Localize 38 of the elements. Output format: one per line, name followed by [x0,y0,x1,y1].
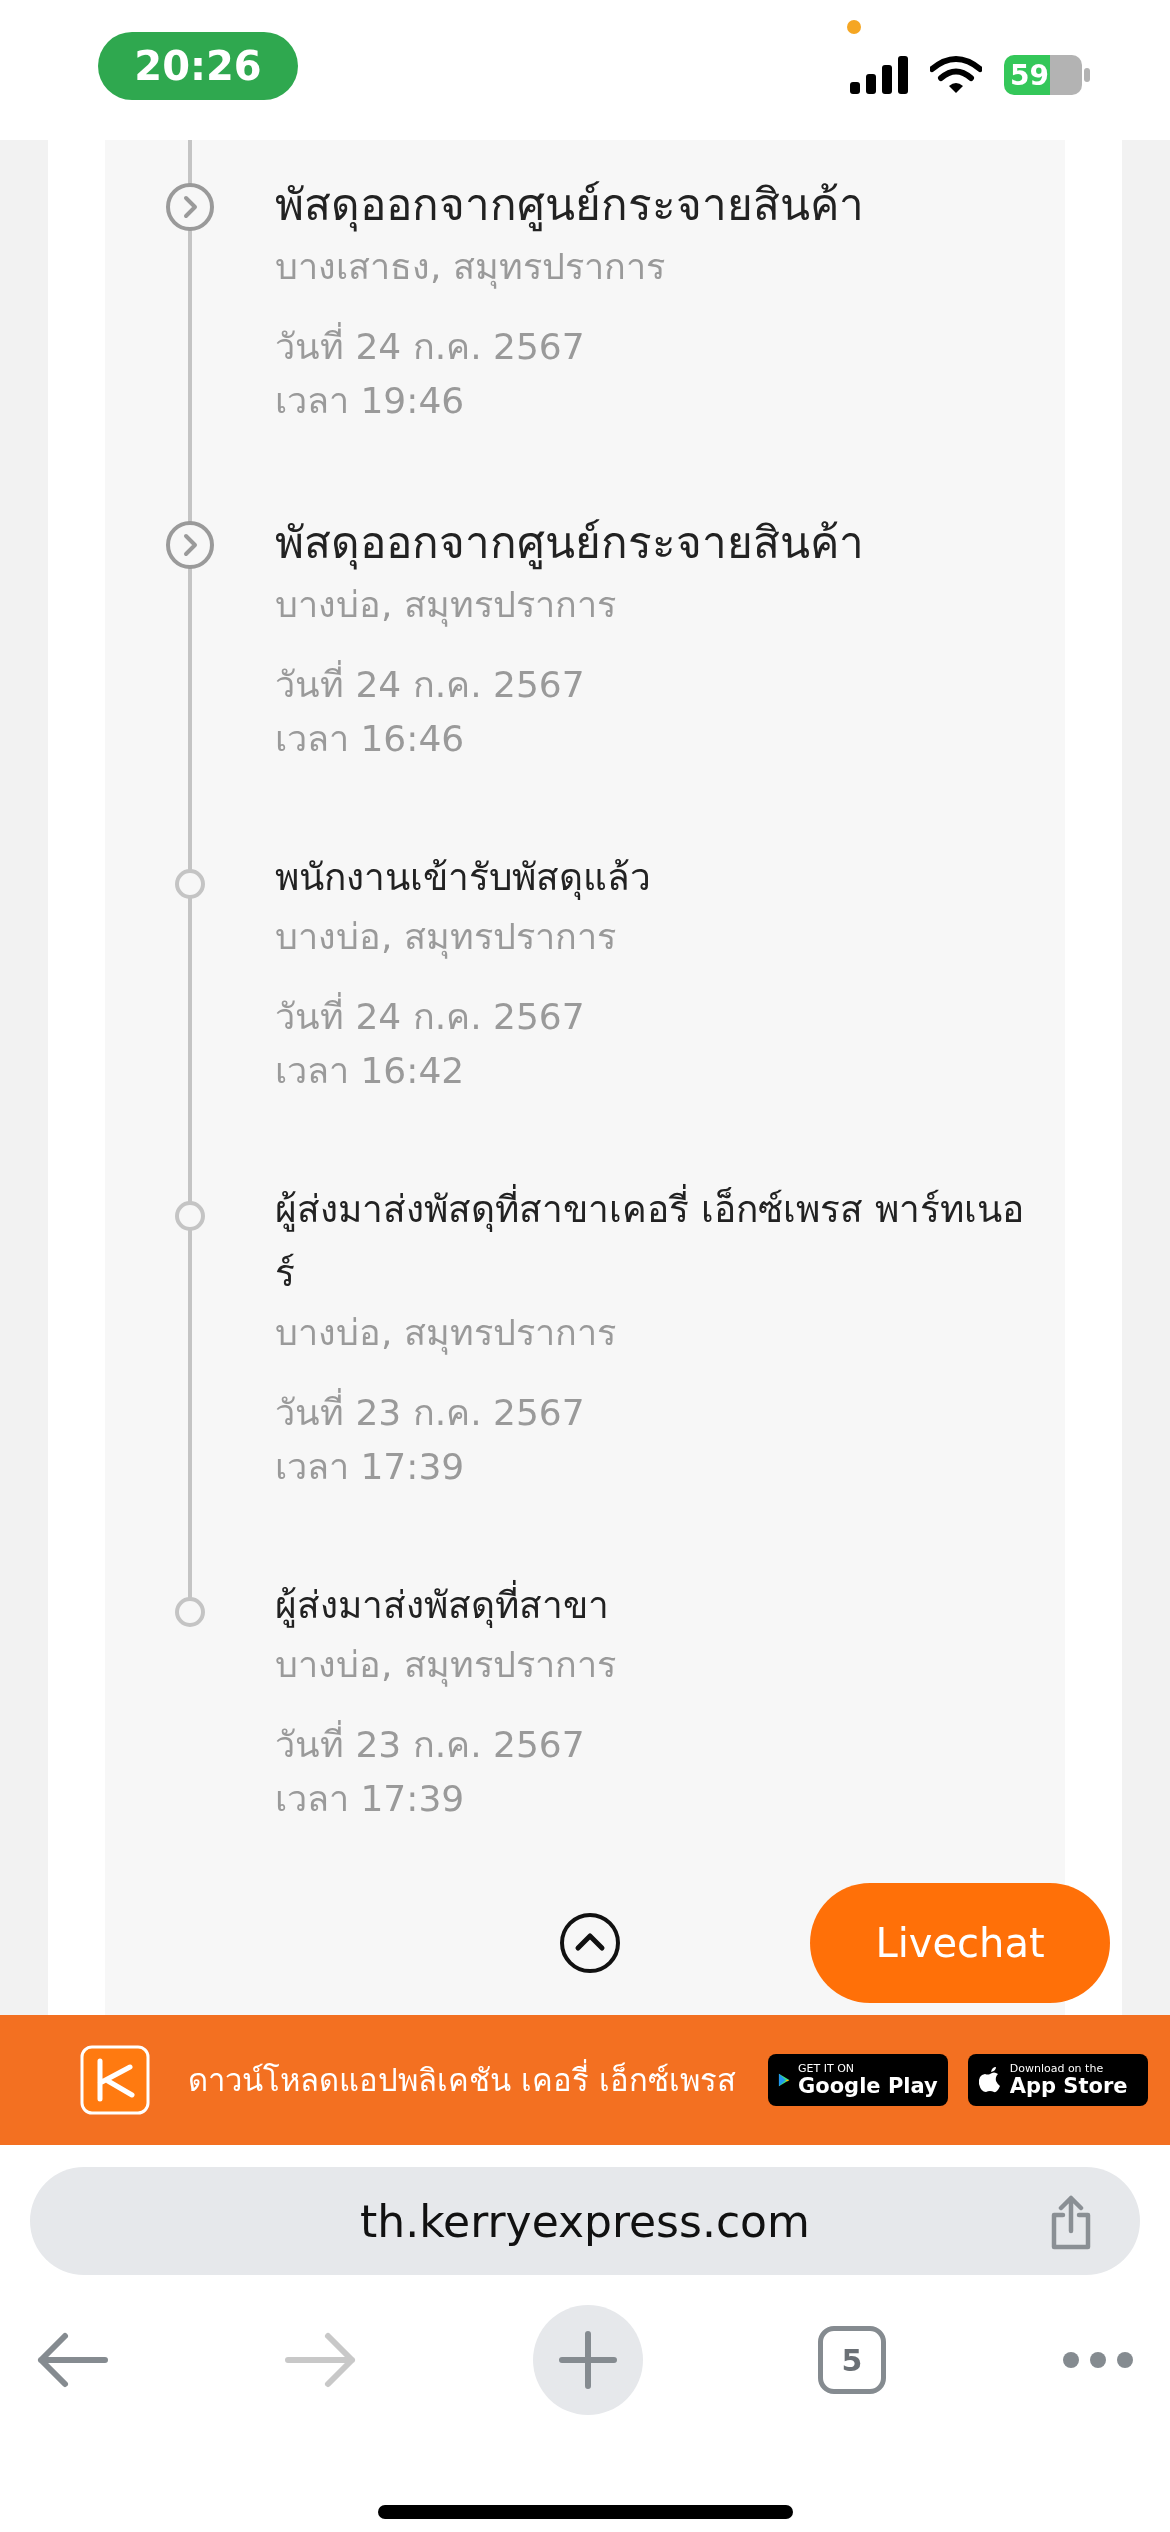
more-icon[interactable] [1061,2350,1135,2370]
event-title: ผู้ส่งมาส่งพัสดุที่สาขา [275,1574,1025,1638]
event-location: บางเสาธง, สมุทรปราการ [275,245,666,291]
apple-icon [977,2066,1002,2094]
event-location: บางบ่อ, สมุทรปราการ [275,1643,617,1689]
plus-icon [558,2330,618,2390]
event-time: เวลา 16:42 [275,1049,466,1093]
event-location: บางบ่อ, สมุทรปราการ [275,1311,617,1357]
google-play-badge[interactable]: GET IT ON Google Play [767,2054,948,2106]
event-date: วันที่ 24 ก.ค. 2567 [275,320,1025,374]
scroll-up-button[interactable] [559,1912,621,1974]
event-title: พัสดุออกจากศูนย์กระจายสินค้า [275,178,865,234]
event-time: เวลา 17:39 [275,1445,466,1489]
event-title: พนักงานเข้ารับพัสดุแล้ว [275,855,652,902]
event-title: ผู้ส่งมาส่งพัสดุที่สาขาเคอรี่ เอ็กซ์เพรส พาร์ทเนอร์ [275,1178,1025,1306]
event-time: เวลา 19:46 [275,379,466,423]
signal-icon [850,56,908,94]
wifi-icon [930,55,982,95]
event-time: เวลา 16:46 [275,717,466,761]
back-icon[interactable] [35,2330,109,2390]
event-location: บางบ่อ, สมุทรปราการ [275,583,617,629]
event-location: บางบ่อ, สมุทรปราการ [275,915,617,961]
event-time: เวลา 17:39 [275,1777,466,1821]
url-text: th.kerryexpress.com [360,2195,810,2247]
address-bar[interactable]: th.kerryexpress.com [30,2167,1140,2275]
event-date: วันที่ 23 ก.ค. 2567 [275,1718,1025,1772]
event-date: วันที่ 24 ก.ค. 2567 [275,990,1025,1044]
privacy-indicator-icon [847,20,861,34]
chevron-circle-icon [165,182,215,232]
app-logo-icon [80,2045,150,2115]
event-date: วันที่ 24 ก.ค. 2567 [275,658,1025,712]
app-store-badge[interactable]: Download on the App Store [967,2054,1148,2106]
tabs-button[interactable]: 5 [818,2326,886,2394]
event-date: วันที่ 23 ก.ค. 2567 [275,1386,1025,1440]
download-app-text: ดาวน์โหลดแอปพลิเคชัน เคอรี่ เอ็กซ์เพรส [188,2055,736,2105]
chevron-circle-icon [165,520,215,570]
clock-time: 20:26 [98,32,298,100]
event-title: พัสดุออกจากศูนย์กระจายสินค้า [275,516,865,572]
